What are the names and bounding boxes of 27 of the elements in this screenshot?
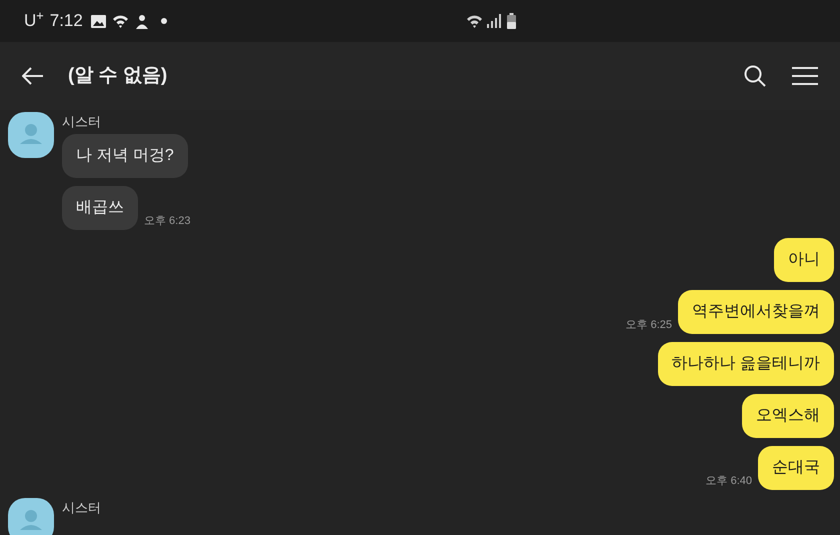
message-bubble: 아니: [774, 238, 834, 282]
search-icon[interactable]: [744, 65, 766, 87]
message-time: 오후 6:23: [144, 214, 190, 228]
menu-icon[interactable]: [792, 66, 818, 86]
figure-icon: [134, 14, 149, 28]
carrier-label: U$^{+}$: [24, 8, 44, 32]
signal-icon: [487, 14, 501, 28]
message-bubble: 배곱쓰: [62, 186, 138, 230]
image-icon: [90, 14, 106, 28]
avatar-icon[interactable]: [8, 112, 54, 158]
message-bubble: 하나하나 읊을테니까: [658, 342, 834, 386]
message-bubble: 나 저녁 머겅?: [62, 134, 188, 178]
status-time: 7:12: [50, 10, 83, 32]
message-bubble: 오엑스해: [742, 394, 834, 438]
wifi-icon: [112, 14, 129, 28]
chat-title: (알 수 없음): [68, 64, 168, 88]
avatar-icon[interactable]: [8, 498, 54, 535]
wifi-icon: [466, 14, 484, 28]
message-time: 오후 6:25: [626, 318, 672, 332]
message-time: 오후 6:40: [706, 474, 752, 488]
message-bubble: 순대국: [758, 446, 834, 490]
message-bubble: 역주변에서찾을껴: [678, 290, 834, 334]
sender-name: 시스터: [62, 114, 102, 130]
back-arrow-icon[interactable]: [22, 67, 44, 85]
dot-icon: [160, 18, 167, 24]
sender-name: 시스터: [62, 500, 101, 516]
battery-icon: [507, 13, 516, 29]
